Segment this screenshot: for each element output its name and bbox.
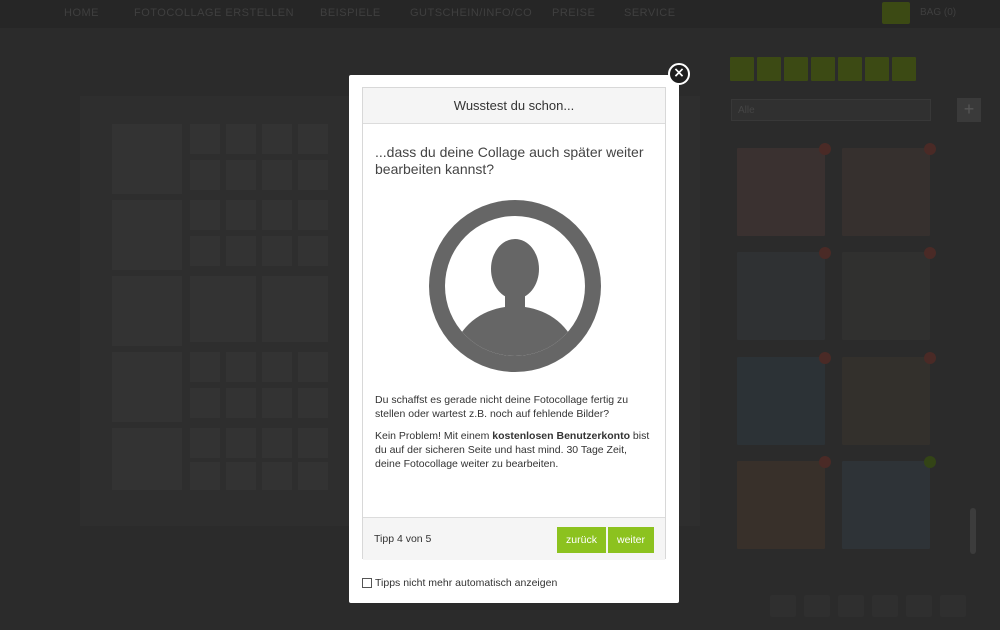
undo-icon[interactable] xyxy=(872,595,898,617)
collage-cell[interactable] xyxy=(226,160,256,190)
collage-cell[interactable] xyxy=(262,388,292,418)
top-navigation: HOME FOTOCOLLAGE ERSTELLEN BEISPIELE GUT… xyxy=(0,0,1000,28)
zoom-in-icon[interactable] xyxy=(804,595,830,617)
collage-cell[interactable] xyxy=(226,388,256,418)
nav-item-prices[interactable]: PREISE xyxy=(552,7,595,19)
remove-photo-icon[interactable] xyxy=(924,352,936,364)
editor-toolbar xyxy=(730,57,916,81)
photo-thumbnail[interactable] xyxy=(842,148,930,236)
collage-cell[interactable] xyxy=(112,124,182,194)
photo-thumbnail[interactable] xyxy=(842,252,930,340)
close-icon[interactable]: × xyxy=(668,63,690,85)
collage-cell[interactable] xyxy=(112,276,182,346)
hide-tips-label[interactable]: Tipps nicht mehr automatisch anzeigen xyxy=(375,577,557,589)
photo-thumbnail[interactable] xyxy=(737,461,825,549)
collage-cell[interactable] xyxy=(226,236,256,266)
nav-item-create-collage[interactable]: FOTOCOLLAGE ERSTELLEN xyxy=(134,7,294,19)
collage-cell[interactable] xyxy=(298,462,328,490)
user-avatar-icon xyxy=(428,199,602,373)
collage-cell[interactable] xyxy=(226,428,256,458)
next-button[interactable]: weiter xyxy=(608,527,654,553)
photo-thumbnail[interactable] xyxy=(737,357,825,445)
tip-paragraph-1: Du schaffst es gerade nicht deine Fotoco… xyxy=(375,394,629,420)
photo-filter-select[interactable]: Alle xyxy=(731,99,931,121)
collage-cell[interactable] xyxy=(112,352,182,422)
nav-item-examples[interactable]: BEISPIELE xyxy=(320,7,381,19)
tip-panel-title: Wusstest du schon... xyxy=(363,88,665,124)
collage-cell[interactable] xyxy=(226,124,256,154)
cart-button[interactable] xyxy=(882,2,910,24)
collage-cell[interactable] xyxy=(190,462,220,490)
shuffle-tool-icon[interactable] xyxy=(757,57,781,81)
layout-tool-icon[interactable] xyxy=(784,57,808,81)
collage-cell[interactable] xyxy=(190,160,220,190)
collage-cell[interactable] xyxy=(190,236,220,266)
collage-cell[interactable] xyxy=(190,428,220,458)
collage-cell[interactable] xyxy=(298,200,328,230)
collage-cell[interactable] xyxy=(262,124,292,154)
hide-tips-option[interactable]: Tipps nicht mehr automatisch anzeigen xyxy=(362,577,557,589)
add-photo-button[interactable]: + xyxy=(957,98,981,122)
collage-cell[interactable] xyxy=(112,200,182,270)
bottom-toolbar xyxy=(770,595,966,617)
remove-photo-icon[interactable] xyxy=(819,247,831,259)
text-tool-icon[interactable] xyxy=(811,57,835,81)
rotate-icon[interactable] xyxy=(838,595,864,617)
collage-cell[interactable] xyxy=(112,428,182,490)
collage-cell[interactable] xyxy=(226,200,256,230)
tip-paragraph-2-prefix: Kein Problem! Mit einem xyxy=(375,430,493,442)
redo-icon[interactable] xyxy=(906,595,932,617)
image-tool-icon[interactable] xyxy=(892,57,916,81)
collage-cell[interactable] xyxy=(262,236,292,266)
tip-panel: Wusstest du schon... ...dass du deine Co… xyxy=(362,87,666,560)
delete-icon[interactable] xyxy=(940,595,966,617)
photo-thumbnail[interactable] xyxy=(737,148,825,236)
collage-cell[interactable] xyxy=(298,160,328,190)
lock-tool-icon[interactable] xyxy=(838,57,862,81)
back-button[interactable]: zurück xyxy=(557,527,606,553)
tip-counter: Tipp 4 von 5 xyxy=(374,533,432,545)
collage-cell[interactable] xyxy=(262,352,292,382)
collage-cell[interactable] xyxy=(298,388,328,418)
grid-tool-icon[interactable] xyxy=(730,57,754,81)
collage-cell[interactable] xyxy=(298,352,328,382)
tip-panel-footer: Tipp 4 von 5 zurück weiter xyxy=(363,517,665,560)
nav-item-voucher[interactable]: GUTSCHEIN/INFO/CO xyxy=(410,7,532,19)
nav-item-service[interactable]: SERVICE xyxy=(624,7,676,19)
remove-photo-icon[interactable] xyxy=(924,143,936,155)
tip-heading: ...dass du deine Collage auch später wei… xyxy=(375,144,644,177)
collage-cell[interactable] xyxy=(262,200,292,230)
remove-photo-icon[interactable] xyxy=(819,352,831,364)
collage-cell[interactable] xyxy=(190,200,220,230)
remove-photo-icon[interactable] xyxy=(819,143,831,155)
collage-cell[interactable] xyxy=(226,462,256,490)
info-tool-icon[interactable] xyxy=(865,57,889,81)
photo-thumbnail[interactable] xyxy=(842,357,930,445)
hide-tips-checkbox[interactable] xyxy=(362,578,372,588)
remove-photo-icon[interactable] xyxy=(924,247,936,259)
collage-cell[interactable] xyxy=(190,388,220,418)
zoom-out-icon[interactable] xyxy=(770,595,796,617)
collage-cell[interactable] xyxy=(262,462,292,490)
remove-photo-icon[interactable] xyxy=(819,456,831,468)
collage-cell[interactable] xyxy=(262,428,292,458)
cart-label: BAG (0) xyxy=(920,7,957,18)
tip-paragraph-2: Kein Problem! Mit einem kostenlosen Benu… xyxy=(375,429,655,471)
photo-list-scrollbar[interactable] xyxy=(970,508,976,554)
used-photo-icon xyxy=(924,456,936,468)
collage-cell[interactable] xyxy=(190,276,256,342)
collage-cell[interactable] xyxy=(298,428,328,458)
collage-cell[interactable] xyxy=(190,352,220,382)
collage-cell[interactable] xyxy=(262,160,292,190)
collage-cell[interactable] xyxy=(298,236,328,266)
collage-cell[interactable] xyxy=(190,124,220,154)
tip-paragraph-2-emphasis: kostenlosen Benutzerkonto xyxy=(492,430,630,442)
collage-cell[interactable] xyxy=(226,352,256,382)
collage-cell[interactable] xyxy=(298,124,328,154)
tip-body: Du schaffst es gerade nicht deine Fotoco… xyxy=(375,393,655,479)
photo-thumbnail[interactable] xyxy=(737,252,825,340)
photo-thumbnail[interactable] xyxy=(842,461,930,549)
collage-cell[interactable] xyxy=(262,276,328,342)
nav-item-home[interactable]: HOME xyxy=(64,7,99,19)
